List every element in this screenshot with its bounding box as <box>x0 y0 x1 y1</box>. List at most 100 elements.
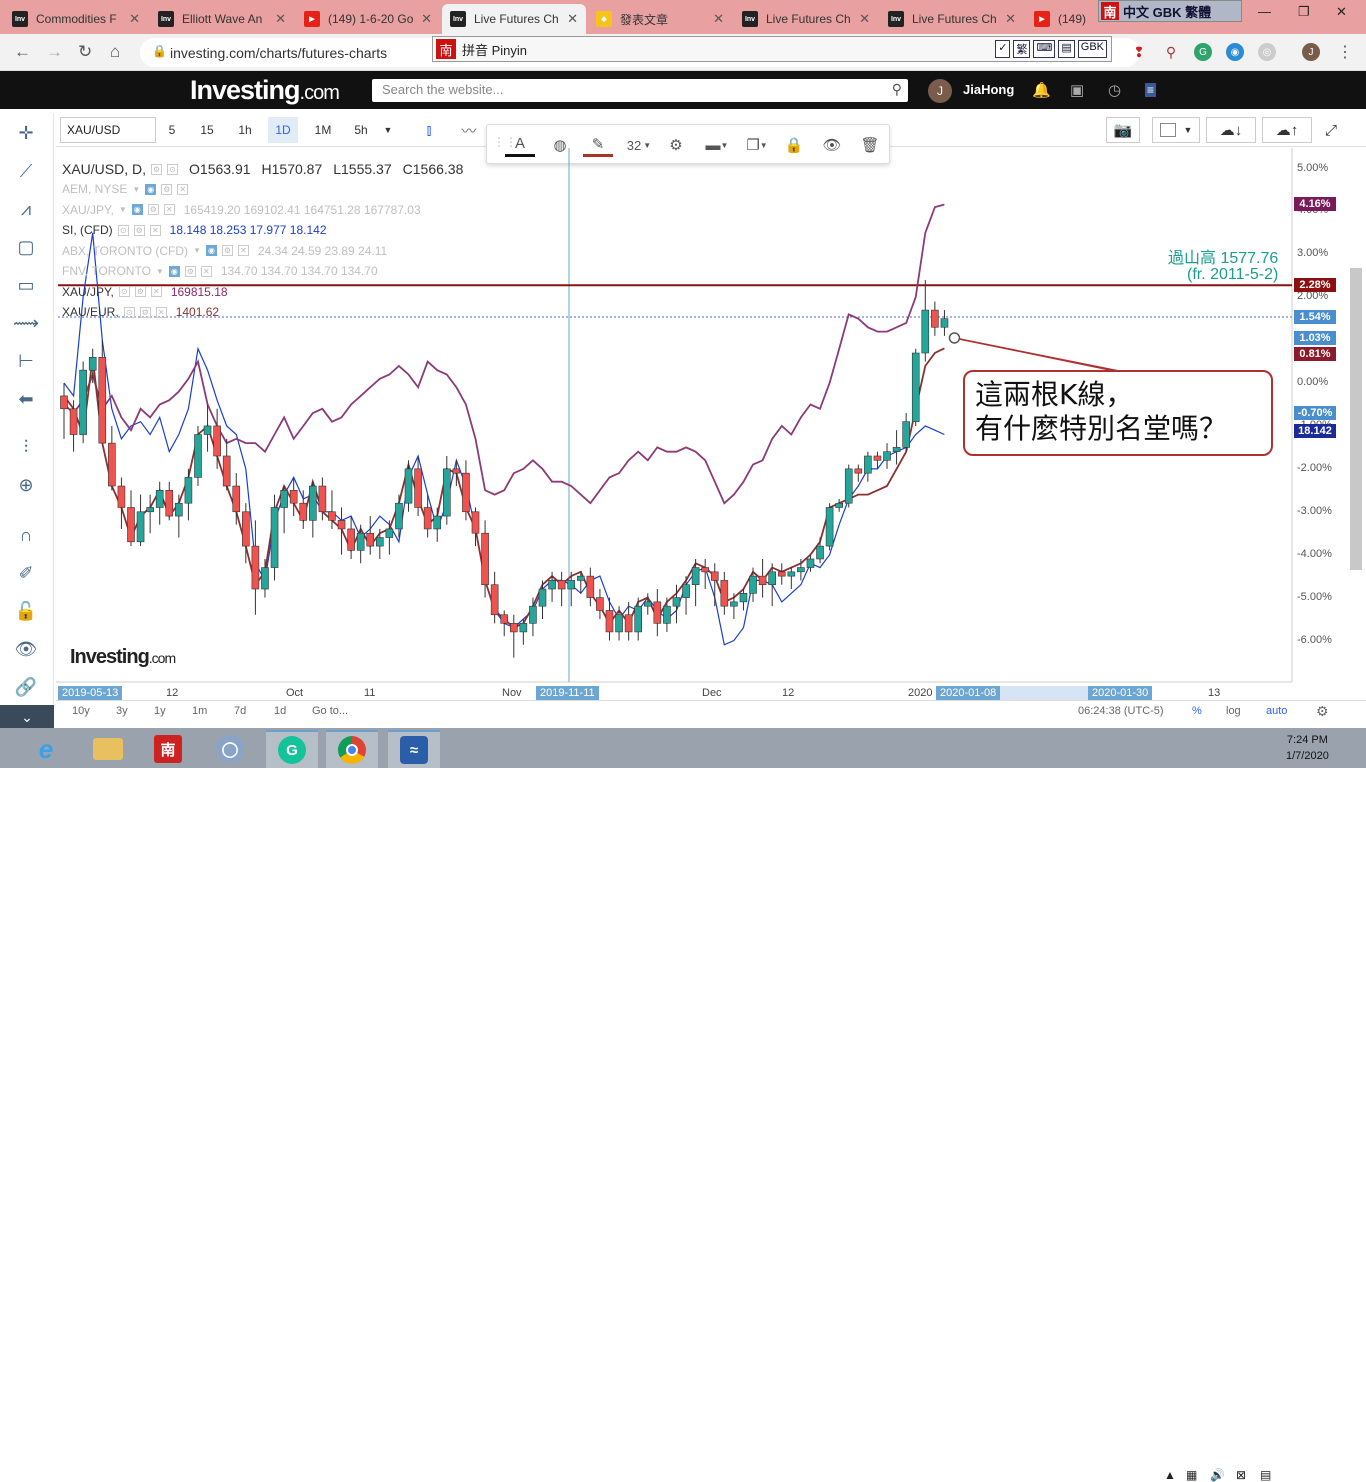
callout-pointer <box>954 337 1125 373</box>
tab-close-icon[interactable]: ✕ <box>421 11 432 27</box>
browser-tab[interactable]: Inv Live Futures Ch ✕ <box>880 4 1024 34</box>
percent-toggle[interactable]: % <box>1192 705 1202 717</box>
browser-tab[interactable]: Inv Live Futures Ch ✕ <box>442 4 586 34</box>
nan-ime-app-icon[interactable]: 南 <box>142 730 194 768</box>
y-axis-label: -5.00% <box>1297 590 1332 603</box>
candle-body <box>931 309 939 328</box>
browser-tab[interactable]: ▶ (149) 1-6-20 Go ✕ <box>296 4 440 34</box>
tab-close-icon[interactable]: ✕ <box>129 11 140 27</box>
tab-close-icon[interactable]: ✕ <box>275 11 286 27</box>
log-toggle[interactable]: log <box>1226 705 1241 717</box>
tray-nan-icon[interactable]: ▦ <box>1186 1468 1197 1482</box>
legend-remove-icon[interactable]: ✕ <box>200 265 212 277</box>
visibility-eye-icon[interactable]: ⊙ <box>118 286 130 297</box>
candle-body <box>337 520 346 530</box>
tab-close-icon[interactable]: ✕ <box>567 11 578 27</box>
legend-settings-icon[interactable]: ⚙ <box>221 245 233 256</box>
investing-favicon: Inv <box>742 11 758 27</box>
range-3y[interactable]: 3y <box>116 705 128 717</box>
legend-settings-icon[interactable]: ⚙ <box>133 224 145 236</box>
dropdown-icon[interactable]: ▼ <box>119 205 127 214</box>
legend-hide-icon[interactable]: ⊙ <box>167 163 179 175</box>
tab-close-icon[interactable]: ✕ <box>713 11 724 27</box>
high-annotation[interactable]: 過山高 1577.76 (fr. 2011-5-2) <box>1168 251 1278 283</box>
chart-bottom-bar: 10y 3y 1y 1m 7d 1d Go to... 06:24:38 (UT… <box>56 700 1366 722</box>
legend-overlay-name[interactable]: XAU/JPY, <box>62 285 114 299</box>
browser-tab[interactable]: Inv Commodities F ✕ <box>4 4 148 34</box>
chrome-alt-icon[interactable]: ◯ <box>204 730 256 768</box>
visibility-eye-icon[interactable]: ◉ <box>131 204 143 215</box>
wave-app-icon[interactable]: ≈ <box>388 730 440 768</box>
tray-chevron-icon[interactable]: ▲ <box>1164 1468 1176 1482</box>
dropdown-icon[interactable]: ▼ <box>132 185 140 194</box>
price-badge: -0.70% <box>1294 406 1336 420</box>
legend-remove-icon[interactable]: ✕ <box>177 183 189 195</box>
candle-body <box>672 597 681 607</box>
ie-icon[interactable]: e <box>20 730 72 768</box>
legend-low: L1555.37 <box>333 161 392 177</box>
file-explorer-icon[interactable] <box>82 730 134 768</box>
ime-tray-icon[interactable]: ▤ <box>1260 1468 1271 1482</box>
legend-remove-icon[interactable]: ✕ <box>150 286 162 297</box>
visibility-eye-icon[interactable]: ⊙ <box>117 224 129 236</box>
price-badge: 0.81% <box>1294 347 1336 361</box>
callout-note[interactable]: 這兩根K線， 有什麼特別名堂嗎？ <box>963 370 1273 456</box>
legend-overlay-name[interactable]: SI, (CFD) <box>62 223 113 237</box>
legend-remove-icon[interactable]: ✕ <box>237 245 249 256</box>
chart-settings-icon[interactable]: ⚙ <box>1316 703 1329 720</box>
volume-icon[interactable]: 🔊 <box>1210 1468 1225 1482</box>
legend-overlay-name[interactable]: XAU/EUR, <box>62 305 119 319</box>
y-axis-label: 2.00% <box>1297 290 1329 303</box>
candle-body <box>213 425 221 457</box>
visibility-eye-icon[interactable]: ⊙ <box>123 306 135 318</box>
legend-settings-icon[interactable]: ⚙ <box>161 183 173 195</box>
x-axis-label: 2019-05-13 <box>58 686 123 700</box>
visibility-eye-icon[interactable]: ◉ <box>168 265 180 277</box>
legend-remove-icon[interactable]: ✕ <box>163 204 175 215</box>
range-1d[interactable]: 1d <box>274 705 286 717</box>
legend-overlay-values: 18.148 18.253 17.977 18.142 <box>169 223 327 237</box>
candle-body <box>720 580 729 607</box>
dropdown-icon[interactable]: ▼ <box>156 267 164 276</box>
tab-close-icon[interactable]: ✕ <box>1005 11 1016 27</box>
chrome-icon[interactable] <box>326 730 378 768</box>
legend-settings-icon[interactable]: ⚙ <box>147 204 159 215</box>
legend-remove-icon[interactable]: ✕ <box>155 306 167 318</box>
candle-body <box>682 584 690 598</box>
legend-settings-icon[interactable]: ⚙ <box>134 286 146 297</box>
grammarly-app-icon[interactable]: G <box>266 730 318 768</box>
candle-body <box>184 477 193 504</box>
auto-toggle[interactable]: auto <box>1266 705 1287 717</box>
candle-body <box>117 485 126 508</box>
legend-overlay-name[interactable]: ABX, TORONTO (CFD) <box>62 244 188 258</box>
candle-body <box>806 558 815 568</box>
network-icon[interactable]: ⊠ <box>1236 1468 1246 1482</box>
candle-body <box>490 584 499 616</box>
range-1y[interactable]: 1y <box>154 705 166 717</box>
legend-settings-icon[interactable]: ⚙ <box>151 163 163 175</box>
candle-body <box>194 434 202 478</box>
range-7d[interactable]: 7d <box>234 705 246 717</box>
browser-tab[interactable]: Inv Live Futures Ch ✕ <box>734 4 878 34</box>
range-10y[interactable]: 10y <box>72 705 90 717</box>
legend-settings-icon[interactable]: ⚙ <box>184 265 196 277</box>
browser-tab[interactable]: ▶ (149) <box>1026 4 1096 34</box>
visibility-eye-icon[interactable]: ◉ <box>205 245 217 256</box>
candle-body <box>883 451 891 461</box>
goto-date[interactable]: Go to... <box>312 705 348 717</box>
legend-remove-icon[interactable]: ✕ <box>149 224 161 236</box>
candle-body <box>739 592 748 603</box>
legend-overlay-name[interactable]: XAU/JPY, <box>62 203 114 217</box>
range-1m[interactable]: 1m <box>192 705 207 717</box>
browser-tab[interactable]: Inv Elliott Wave An ✕ <box>150 4 294 34</box>
browser-tab[interactable]: ◆ 發表文章 ✕ <box>588 4 732 34</box>
tab-close-icon[interactable]: ✕ <box>859 11 870 27</box>
legend-settings-icon[interactable]: ⚙ <box>139 306 151 318</box>
legend-overlay-name[interactable]: FNV, TORONTO <box>62 264 151 278</box>
dropdown-icon[interactable]: ▼ <box>193 246 201 255</box>
system-clock[interactable]: 7:24 PM 1/7/2020 <box>1286 732 1329 764</box>
legend-overlay-name[interactable]: AEM, NYSE <box>62 182 127 196</box>
gem-favicon: ◆ <box>596 11 612 27</box>
visibility-eye-icon[interactable]: ◉ <box>145 183 157 195</box>
youtube-favicon: ▶ <box>1034 11 1050 27</box>
